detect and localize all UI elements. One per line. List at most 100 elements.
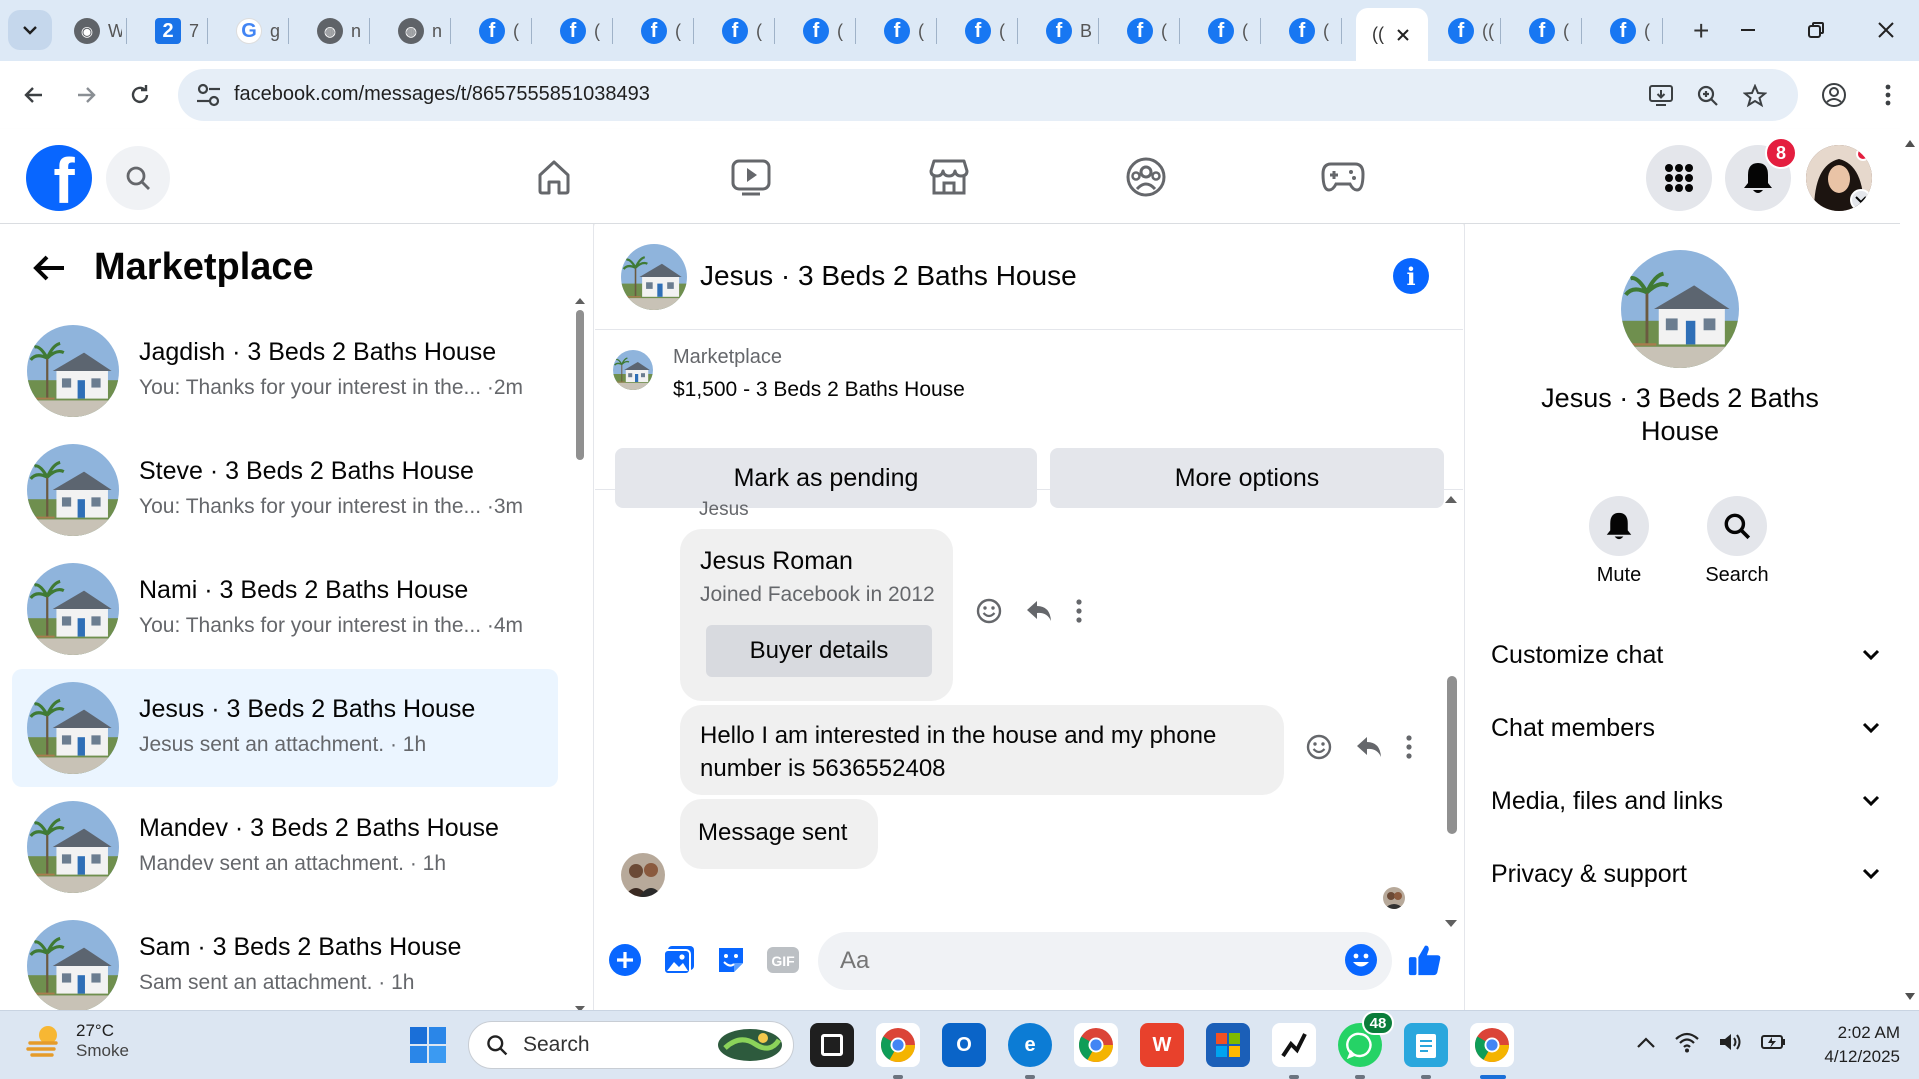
details-section[interactable]: Customize chat xyxy=(1491,630,1881,680)
install-app-icon[interactable] xyxy=(1646,81,1676,111)
chrome-active-app[interactable] xyxy=(1470,1023,1514,1067)
scroll-thumb[interactable] xyxy=(576,310,584,460)
reload-button[interactable] xyxy=(120,75,160,115)
conversation-item[interactable]: Mandev · 3 Beds 2 Baths House Mandev sent… xyxy=(12,788,558,906)
more-vertical-icon[interactable] xyxy=(1405,734,1413,760)
new-tab-button[interactable]: + xyxy=(1679,8,1709,54)
tab-item[interactable]: f( xyxy=(546,8,612,54)
conversation-item[interactable]: Sam · 3 Beds 2 Baths House Sam sent an at… xyxy=(12,907,558,1025)
reply-icon[interactable] xyxy=(1355,734,1383,760)
details-section[interactable]: Privacy & support xyxy=(1491,849,1881,899)
zoom-icon[interactable] xyxy=(1693,81,1723,111)
conversation-item[interactable]: Jagdish · 3 Beds 2 Baths House You: Thank… xyxy=(12,312,558,430)
notifications-button[interactable]: 8 xyxy=(1725,137,1797,211)
like-send-button[interactable] xyxy=(1407,942,1443,978)
whatsapp-app[interactable]: 48 xyxy=(1338,1011,1394,1067)
tab-item[interactable]: f( xyxy=(951,8,1017,54)
react-emoji-icon[interactable] xyxy=(975,597,1003,625)
reply-icon[interactable] xyxy=(1025,598,1053,624)
facebook-search-button[interactable] xyxy=(106,146,170,210)
tab-item[interactable]: 27 xyxy=(141,8,207,54)
scroll-down-arrow-icon[interactable] xyxy=(1903,991,1917,1003)
search-in-conversation-button[interactable] xyxy=(1707,496,1767,556)
conversation-item[interactable]: Nami · 3 Beds 2 Baths House You: Thanks f… xyxy=(12,550,558,668)
tab-item[interactable]: f( xyxy=(1113,8,1179,54)
scroll-thumb[interactable] xyxy=(1447,676,1457,834)
chat-avatar-large[interactable] xyxy=(1621,250,1739,368)
chevron-up-icon[interactable] xyxy=(1636,1035,1656,1049)
taskbar-search[interactable]: Search xyxy=(468,1021,794,1069)
tab-item[interactable]: f( xyxy=(708,8,774,54)
browser-menu-button[interactable] xyxy=(1868,75,1908,115)
tab-active[interactable]: (( xyxy=(1356,8,1428,61)
message-sent-bubble[interactable]: Message sent xyxy=(680,799,878,869)
tab-item[interactable]: f( xyxy=(1275,8,1341,54)
profile-button[interactable] xyxy=(1814,75,1854,115)
details-section[interactable]: Media, files and links xyxy=(1491,776,1881,826)
site-settings-icon[interactable] xyxy=(194,81,224,109)
sender-avatar[interactable] xyxy=(621,853,665,897)
tab-search-dropdown[interactable] xyxy=(8,10,52,50)
tab-item[interactable]: ◉ W xyxy=(60,8,126,54)
edge-app[interactable]: e xyxy=(1008,1023,1052,1067)
close-tab-icon[interactable] xyxy=(1396,28,1410,42)
tab-item[interactable]: f (( xyxy=(1434,8,1500,54)
menu-grid-button[interactable] xyxy=(1646,145,1712,211)
chat-house-thumbnail[interactable] xyxy=(621,244,687,310)
outlook-app[interactable]: O xyxy=(942,1023,986,1067)
restore-button[interactable] xyxy=(1796,10,1836,50)
back-arrow-icon[interactable] xyxy=(32,253,66,283)
facebook-logo[interactable]: f xyxy=(26,145,92,211)
chrome-app[interactable] xyxy=(1074,1023,1118,1067)
tab-item[interactable]: f( xyxy=(789,8,855,54)
bookmark-star-icon[interactable] xyxy=(1740,81,1770,111)
notepad-app[interactable] xyxy=(1404,1023,1448,1067)
text-message-bubble[interactable]: Hello I am interested in the house and m… xyxy=(680,705,1284,795)
minimize-button[interactable] xyxy=(1728,10,1768,50)
wps-office-app[interactable]: W xyxy=(1140,1023,1184,1067)
back-button[interactable] xyxy=(14,75,54,115)
conversation-item[interactable]: Jesus · 3 Beds 2 Baths House Jesus sent a… xyxy=(12,669,558,787)
chat-info-button[interactable]: i xyxy=(1393,258,1429,294)
battery-icon[interactable] xyxy=(1760,1031,1788,1053)
task-view-app[interactable] xyxy=(810,1023,854,1067)
attach-photo-button[interactable] xyxy=(661,942,697,978)
account-avatar[interactable] xyxy=(1806,145,1872,211)
react-emoji-icon[interactable] xyxy=(1305,733,1333,761)
nav-home[interactable] xyxy=(524,149,584,205)
sticker-button[interactable] xyxy=(713,942,749,978)
url-text[interactable]: facebook.com/messages/t/8657555851038493 xyxy=(234,83,650,106)
nav-groups[interactable] xyxy=(1116,149,1176,205)
tab-item[interactable]: f( xyxy=(465,8,531,54)
mute-button[interactable] xyxy=(1589,496,1649,556)
scroll-up-arrow-icon[interactable] xyxy=(574,292,586,310)
volume-icon[interactable] xyxy=(1718,1031,1742,1053)
tab-item[interactable]: ◍ n xyxy=(303,8,369,54)
tradingview-app[interactable] xyxy=(1272,1023,1316,1067)
tab-item[interactable]: f( xyxy=(1515,8,1581,54)
tab-item[interactable]: f( xyxy=(870,8,936,54)
page-scrollbar[interactable] xyxy=(1900,129,1919,1010)
thread-scrollbar[interactable] xyxy=(1443,496,1461,927)
weather-widget[interactable]: 27°C Smoke xyxy=(26,1021,129,1061)
buyer-details-button[interactable]: Buyer details xyxy=(706,625,932,677)
tab-item[interactable]: f( xyxy=(627,8,693,54)
message-input[interactable] xyxy=(818,932,1392,990)
listing-thumbnail[interactable] xyxy=(613,350,653,390)
start-button[interactable] xyxy=(408,1025,448,1065)
tab-item[interactable]: fB xyxy=(1032,8,1098,54)
conversation-scrollbar[interactable] xyxy=(574,298,586,1012)
gif-button[interactable]: GIF xyxy=(765,942,801,978)
chat-title[interactable]: Jesus · 3 Beds 2 Baths House xyxy=(700,260,1077,292)
tab-item[interactable]: Gg xyxy=(222,8,288,54)
nav-video[interactable] xyxy=(721,149,781,205)
wifi-icon[interactable] xyxy=(1674,1031,1700,1053)
nav-marketplace[interactable] xyxy=(919,149,979,205)
scroll-up-arrow-icon[interactable] xyxy=(1443,492,1459,506)
microsoft-store-app[interactable] xyxy=(1206,1023,1250,1067)
tab-item[interactable]: ◍ n xyxy=(384,8,450,54)
add-attachment-button[interactable] xyxy=(607,942,643,978)
nav-gaming[interactable] xyxy=(1313,149,1373,205)
forward-button[interactable] xyxy=(66,75,106,115)
more-vertical-icon[interactable] xyxy=(1075,598,1083,624)
